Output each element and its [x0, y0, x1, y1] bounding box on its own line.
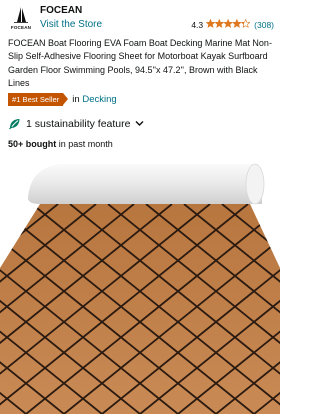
leaf-icon — [9, 119, 20, 130]
logo-mark-icon — [14, 7, 28, 23]
star-2 — [214, 18, 225, 28]
brand-name: FOCEAN — [40, 5, 83, 16]
store-header: FOCEAN FOCEAN Visit the Store 4.3 (308) — [8, 4, 274, 32]
purchase-count-number: 50+ bought — [8, 139, 57, 149]
brand-logo[interactable]: FOCEAN — [8, 4, 34, 32]
product-title: FOCEAN Boat Flooring EVA Foam Boat Decki… — [8, 38, 272, 89]
review-count-link[interactable]: (308) — [254, 20, 274, 30]
sustainability-label: 1 sustainability feature — [26, 117, 131, 130]
boat-flooring-mat-image — [0, 158, 280, 414]
chevron-down-icon — [135, 121, 144, 126]
star-1 — [205, 18, 216, 28]
category-link[interactable]: Decking — [82, 94, 116, 105]
product-image[interactable] — [0, 158, 280, 414]
best-seller-category[interactable]: in Decking — [72, 94, 116, 105]
badge-in-word: in — [72, 94, 80, 105]
star-rating-icon — [205, 18, 251, 30]
purchase-count-suffix: in past month — [56, 139, 113, 149]
visit-store-link[interactable]: Visit the Store — [40, 19, 102, 30]
rating-summary[interactable]: 4.3 (308) — [191, 18, 274, 30]
star-3 — [223, 18, 234, 28]
purchase-count: 50+ bought in past month — [8, 139, 113, 149]
best-seller-badge: #1 Best Seller — [8, 93, 69, 106]
best-seller-row: #1 Best Seller in Decking — [8, 93, 117, 106]
rating-value: 4.3 — [191, 19, 204, 30]
star-4 — [232, 18, 242, 28]
logo-text: FOCEAN — [10, 25, 32, 30]
sustainability-feature-toggle[interactable]: 1 sustainability feature — [8, 117, 144, 130]
star-5 — [241, 18, 251, 28]
